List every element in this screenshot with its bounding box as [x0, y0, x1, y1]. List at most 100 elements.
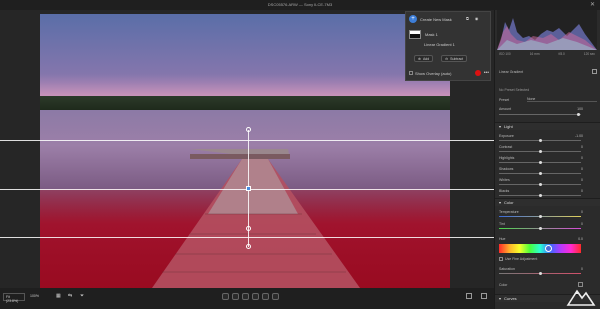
mask-panel-visibility-icon[interactable]: ◉	[475, 16, 479, 21]
color-row-label: Color	[499, 282, 508, 287]
temperature-slider[interactable]	[499, 215, 581, 218]
saturation-value[interactable]: 0	[581, 267, 583, 271]
saturation-slider[interactable]	[499, 272, 581, 275]
add-mask-button[interactable]: ⊕ Add	[414, 55, 434, 62]
color-section-header[interactable]: ▾ Color	[495, 198, 600, 206]
preset-select[interactable]: None	[527, 97, 597, 102]
light-section-title: Light	[504, 124, 513, 129]
tool-options-icon[interactable]	[592, 69, 597, 74]
compare-icon[interactable]: ⇆	[68, 293, 72, 299]
temperature-value[interactable]: 0	[581, 210, 583, 214]
rotation-handle-bottom[interactable]	[246, 244, 251, 249]
window-title: DSC05576.ARW — Sony ILCE-7M3	[267, 2, 333, 7]
fine-adjust-checkbox[interactable]	[499, 256, 503, 261]
light-row-slider-knob[interactable]	[539, 161, 542, 164]
light-row-value[interactable]: 0	[581, 145, 583, 149]
right-panel: ISO 100 16 mm f/8.0 120 sec Linear Gradi…	[494, 10, 600, 309]
light-row-slider[interactable]	[499, 150, 581, 153]
light-row-slider-knob[interactable]	[539, 172, 542, 175]
tint-slider-knob[interactable]	[539, 227, 542, 230]
add-icon: ⊕	[418, 56, 421, 61]
gradient-guide-bottom[interactable]	[0, 237, 494, 238]
create-mask-plus-icon[interactable]: +	[409, 15, 417, 23]
rotation-handle-top[interactable]	[246, 127, 251, 132]
light-row-value[interactable]: -1.00	[575, 134, 583, 138]
light-row-slider[interactable]	[499, 161, 581, 164]
subtract-mask-button[interactable]: ⊖ Subtract	[441, 55, 468, 62]
close-icon[interactable]: ✕	[590, 1, 595, 8]
focal-length: 16 mm	[529, 52, 540, 56]
amount-value[interactable]: 100	[577, 107, 583, 111]
light-row-slider[interactable]	[499, 194, 581, 197]
saturation-slider-knob[interactable]	[539, 272, 542, 275]
hue-picker-knob[interactable]	[545, 245, 552, 252]
filmstrip-dot[interactable]	[252, 293, 259, 300]
light-row-value[interactable]: 0	[581, 189, 583, 193]
light-row: Contrast 0	[499, 143, 597, 150]
light-row-slider-knob[interactable]	[539, 183, 542, 186]
light-row-value[interactable]: 0	[581, 156, 583, 160]
collapse-light-icon: ▾	[499, 124, 502, 129]
zoom-select[interactable]: 100%	[30, 294, 39, 298]
filmstrip-dot[interactable]	[272, 293, 279, 300]
tint-label: Tint	[499, 221, 505, 226]
light-row-label: Shadows	[499, 166, 514, 171]
iso-value: ISO 100	[499, 52, 511, 56]
filmstrip-dot[interactable]	[242, 293, 249, 300]
gradient-center-handle[interactable]	[246, 186, 251, 191]
light-row-slider-knob[interactable]	[539, 139, 542, 142]
light-row-slider[interactable]	[499, 172, 581, 175]
title-bar: DSC05576.ARW — Sony ILCE-7M3 ✕	[0, 0, 600, 10]
linear-gradient-component[interactable]: Linear Gradient 1	[424, 42, 455, 47]
light-section-header[interactable]: ▾ Light	[495, 122, 600, 130]
bottom-toolbar: Fit (23.8%) 100% ▦ ⇆ ⏷	[0, 288, 494, 309]
amount-slider[interactable]	[499, 113, 581, 116]
amount-slider-knob[interactable]	[577, 113, 580, 116]
light-row-label: Exposure	[499, 133, 514, 138]
light-row: Blacks 0	[499, 187, 597, 194]
mask-panel-options-icon[interactable]: ⧉	[466, 16, 469, 21]
panel-toggle-icon[interactable]	[481, 293, 487, 299]
mask-thumbnail[interactable]	[409, 30, 421, 39]
histogram-graph	[497, 18, 597, 50]
filmstrip-dot[interactable]	[262, 293, 269, 300]
view-icons	[466, 293, 487, 299]
create-mask-label[interactable]: Create New Mask	[420, 17, 452, 22]
show-overlay-label: Show Overlay (auto)	[415, 70, 452, 76]
filmstrip-dot[interactable]	[232, 293, 239, 300]
more-options-icon[interactable]: •••	[484, 70, 489, 76]
light-row-label: Blacks	[499, 188, 510, 193]
pier	[152, 149, 360, 288]
collapse-color-icon: ▾	[499, 200, 502, 205]
subtract-icon: ⊖	[445, 56, 449, 61]
overlay-color-swatch[interactable]	[474, 70, 481, 76]
tint-slider[interactable]	[499, 227, 581, 230]
filmstrip-dot[interactable]	[222, 293, 229, 300]
aperture: f/8.0	[558, 52, 565, 56]
light-row-slider[interactable]	[499, 139, 581, 142]
grid-view-icon[interactable]: ▦	[56, 293, 61, 299]
show-overlay-checkbox[interactable]	[409, 71, 413, 75]
gradient-handle-lower[interactable]	[246, 226, 251, 231]
temperature-slider-knob[interactable]	[539, 215, 542, 218]
mask-name[interactable]: Mask 1	[425, 32, 438, 37]
fine-adjust-label: Use Fine Adjustment	[505, 256, 538, 261]
gradient-guide-top[interactable]	[0, 140, 494, 141]
light-row-label: Highlights	[499, 155, 515, 160]
tint-value[interactable]: 0	[581, 222, 583, 226]
histogram[interactable]	[497, 10, 597, 50]
light-row-slider[interactable]	[499, 183, 581, 186]
hue-color-bar[interactable]	[499, 244, 581, 253]
masks-panel: + Create New Mask ⧉ ◉ Mask 1 Linear Grad…	[405, 11, 491, 81]
saturation-label: Saturation	[499, 266, 515, 271]
light-row-value[interactable]: 0	[581, 178, 583, 182]
light-row-slider-knob[interactable]	[539, 194, 542, 197]
photo-preview[interactable]	[40, 14, 450, 288]
fit-select[interactable]: Fit (23.8%)	[3, 293, 25, 303]
light-row-slider-knob[interactable]	[539, 150, 542, 153]
light-row-value[interactable]: 0	[581, 167, 583, 171]
filter-icon[interactable]: ⏷	[80, 293, 84, 299]
light-row-label: Contrast	[499, 144, 513, 149]
hue-value[interactable]: 0.0	[578, 237, 583, 241]
before-after-icon[interactable]	[466, 293, 472, 299]
